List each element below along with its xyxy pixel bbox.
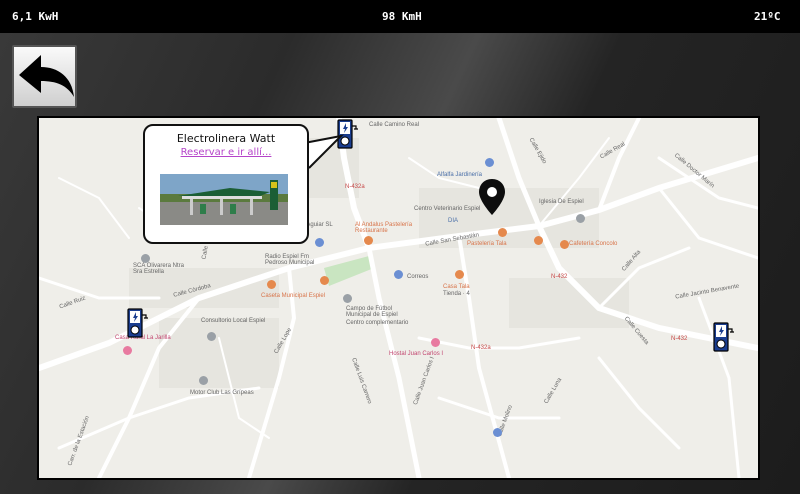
- poi-icon[interactable]: [207, 332, 216, 341]
- poi-icon[interactable]: [498, 228, 507, 237]
- poi-icon[interactable]: [267, 280, 276, 289]
- back-button[interactable]: [12, 45, 77, 108]
- poi-icon[interactable]: [431, 338, 440, 347]
- map-view[interactable]: Calle Camino Real Alfalfa Jardinería Igl…: [37, 116, 760, 480]
- map-label-place: Correos: [407, 274, 429, 280]
- poi-icon[interactable]: [141, 254, 150, 263]
- poi-icon[interactable]: [455, 270, 464, 279]
- battery-energy: 6,1 KwH: [12, 10, 59, 23]
- poi-icon[interactable]: [534, 236, 543, 245]
- road-shield: N-432a: [345, 184, 365, 190]
- station-popup[interactable]: Electrolinera Watt Reservar e ir allí...: [143, 124, 309, 244]
- poi-icon[interactable]: [315, 238, 324, 247]
- poi-icon[interactable]: [576, 214, 585, 223]
- map-label-place: Radio Espiel Fm Pedroso Municipal: [265, 254, 315, 266]
- map-label-place: SCA Olivarera Ntra Sra Estrella: [133, 263, 185, 275]
- poi-icon[interactable]: [493, 428, 502, 437]
- map-label-place: Campo de Fútbol Municipal de Espiel: [346, 306, 398, 318]
- ev-charger-icon[interactable]: [127, 308, 149, 340]
- map-label-place: Al Andalus Pastelería Restaurante: [355, 222, 413, 234]
- map-label-place: Alfalfa Jardinería: [437, 172, 483, 178]
- station-name: Electrolinera Watt: [176, 132, 276, 145]
- poi-icon[interactable]: [123, 346, 132, 355]
- poi-icon[interactable]: [343, 294, 352, 303]
- temperature-readout: 21ºC: [754, 10, 781, 23]
- station-photo: [160, 174, 288, 225]
- range-readout: 98 KmH: [382, 10, 422, 23]
- map-label-place: Iglesia De Espiel: [539, 199, 584, 205]
- map-label-place: Caseta Municipal Espiel: [261, 293, 326, 299]
- poi-icon[interactable]: [364, 236, 373, 245]
- road-shield: N-432: [671, 336, 688, 342]
- road-shield: N-432: [551, 274, 568, 280]
- map-label-place: Consultorio Local Espiel: [201, 318, 266, 324]
- map-label-place: Centro Veterinario Espiel: [414, 206, 481, 212]
- map-label-place: Pastelería Tala: [467, 241, 507, 247]
- map-label-street: Calle Camino Real: [369, 122, 420, 128]
- status-bar: 6,1 KwH 98 KmH 21ºC: [0, 0, 800, 33]
- poi-icon[interactable]: [394, 270, 403, 279]
- poi-icon[interactable]: [320, 276, 329, 285]
- reserve-link[interactable]: Reservar e ir allí...: [145, 147, 307, 158]
- location-pin-icon[interactable]: [477, 178, 507, 216]
- back-arrow-icon: [19, 55, 74, 97]
- map-label-place: Tienda · 4: [443, 291, 470, 297]
- map-label-place: Hostal Juan Carlos I: [389, 351, 444, 357]
- map-label-place: DIA: [448, 218, 459, 224]
- map-label-place: Motor Club Las Grípeas: [190, 390, 254, 396]
- map-label-place: Casa Tala: [443, 284, 470, 290]
- ev-charger-icon[interactable]: [713, 322, 735, 354]
- map-label-place: Centro complementario: [346, 320, 409, 326]
- poi-icon[interactable]: [560, 240, 569, 249]
- poi-icon[interactable]: [199, 376, 208, 385]
- map-label-place: Cafetería Concolo: [569, 241, 618, 247]
- road-shield: N-432a: [471, 345, 491, 351]
- poi-icon[interactable]: [485, 158, 494, 167]
